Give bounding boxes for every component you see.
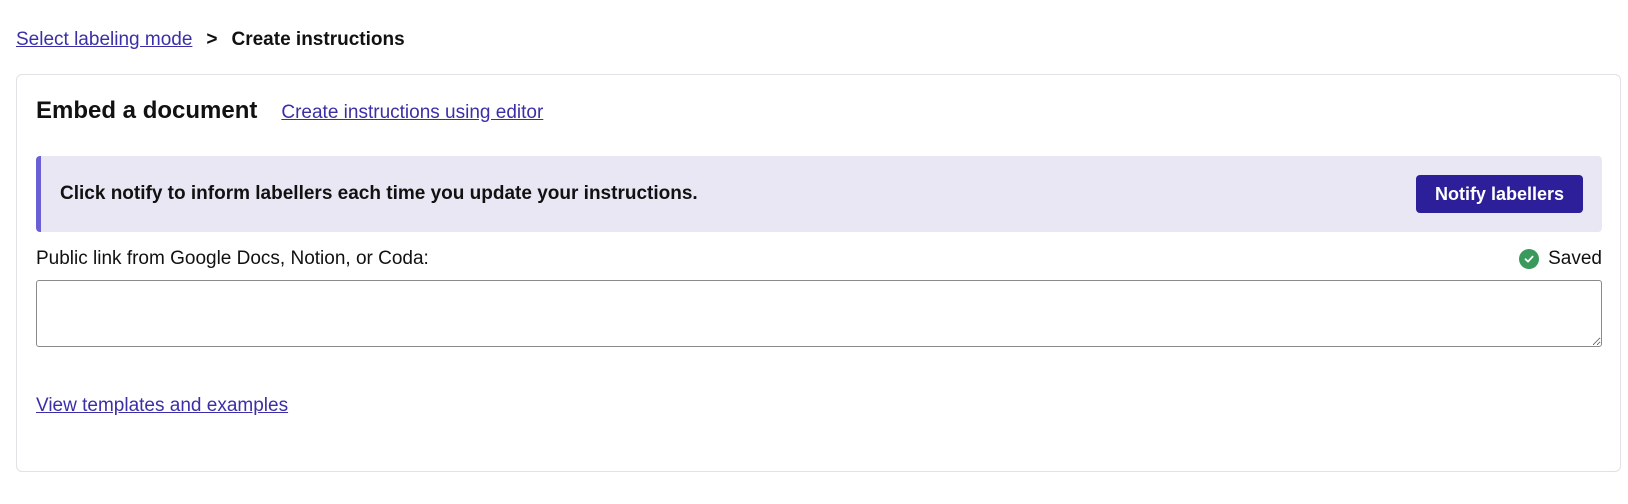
- save-status-text: Saved: [1548, 248, 1602, 269]
- notify-labellers-button[interactable]: Notify labellers: [1415, 175, 1583, 213]
- view-templates-link[interactable]: View templates and examples: [36, 395, 288, 417]
- instructions-card: Embed a document Create instructions usi…: [16, 74, 1621, 472]
- public-link-input[interactable]: [36, 280, 1602, 347]
- breadcrumb-separator: >: [206, 29, 218, 50]
- card-title: Embed a document: [36, 97, 258, 124]
- notice-text: Click notify to inform labellers each ti…: [60, 183, 698, 204]
- breadcrumb-link-select-labeling-mode[interactable]: Select labeling mode: [16, 28, 192, 52]
- check-circle-icon: [1519, 249, 1540, 269]
- notify-notice-banner: Click notify to inform labellers each ti…: [36, 156, 1602, 232]
- field-row: Public link from Google Docs, Notion, or…: [36, 247, 1602, 271]
- breadcrumb: Select labeling mode > Create instructio…: [16, 28, 405, 52]
- breadcrumb-current: Create instructions: [231, 29, 405, 50]
- save-status: Saved: [1519, 247, 1602, 271]
- public-link-label: Public link from Google Docs, Notion, or…: [36, 248, 429, 269]
- create-with-editor-link[interactable]: Create instructions using editor: [281, 102, 543, 124]
- card-header: Embed a document Create instructions usi…: [36, 97, 543, 125]
